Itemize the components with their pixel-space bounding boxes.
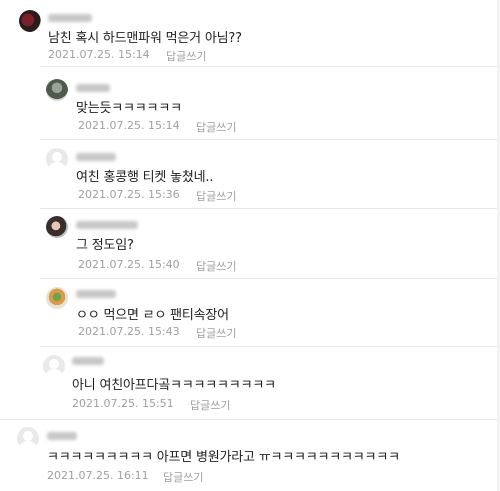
reply-button[interactable]: 답글쓰기: [196, 325, 236, 341]
reply-button[interactable]: 답글쓰기: [196, 188, 236, 204]
comment-item: ㅋㅋㅋㅋㅋㅋㅋㅋㅋ 아프면 병원가라고 ㅠㅋㅋㅋㅋㅋㅋㅋㅋㅋㅋㅋ 2021.07…: [0, 420, 500, 491]
comment-timestamp: 2021.07.25. 15:40: [78, 258, 180, 271]
reply-button[interactable]: 답글쓰기: [190, 397, 230, 413]
comment-item: 남친 혹시 하드맨파워 먹은거 아님?? 2021.07.25. 15:14 답…: [0, 0, 500, 66]
author-name[interactable]: [47, 432, 77, 440]
author-name[interactable]: [76, 153, 116, 161]
user-avatar[interactable]: [46, 287, 68, 309]
user-avatar[interactable]: [46, 216, 68, 238]
default-avatar-icon[interactable]: [46, 148, 68, 170]
reply-comment-item: 맞는듯ㅋㅋㅋㅋㅋㅋ 2021.07.25. 15:14 답글쓰기: [0, 67, 500, 139]
reply-button[interactable]: 답글쓰기: [163, 469, 203, 485]
comment-text: 여친 홍콩행 티켓 놓쳤네..: [76, 170, 214, 185]
comment-text: ㅋㅋㅋㅋㅋㅋㅋㅋㅋ 아프면 병원가라고 ㅠㅋㅋㅋㅋㅋㅋㅋㅋㅋㅋㅋ: [47, 450, 400, 465]
comment-text: ㅇㅇ 먹으면 ㄹㅇ 팬티속장어: [76, 308, 229, 323]
comment-timestamp: 2021.07.25. 15:14: [78, 119, 180, 132]
comment-timestamp: 2021.07.25. 15:36: [78, 188, 180, 201]
comment-timestamp: 2021.07.25. 15:51: [72, 397, 174, 410]
comment-text: 아니 여친아프다곸ㅋㅋㅋㅋㅋㅋㅋㅋㅋ: [72, 378, 276, 393]
default-avatar-icon[interactable]: [17, 427, 39, 449]
reply-button[interactable]: 답글쓰기: [166, 48, 206, 64]
author-name[interactable]: [76, 221, 138, 229]
comment-text: 남친 혹시 하드맨파워 먹은거 아님??: [48, 31, 242, 46]
user-avatar[interactable]: [46, 79, 68, 101]
comment-timestamp: 2021.07.25. 15:14: [48, 48, 150, 61]
reply-button[interactable]: 답글쓰기: [196, 119, 236, 135]
author-name[interactable]: [76, 290, 116, 298]
reply-comment-item: 아니 여친아프다곸ㅋㅋㅋㅋㅋㅋㅋㅋㅋ 2021.07.25. 15:51 답글쓰…: [0, 347, 500, 419]
reply-comment-item: ㅇㅇ 먹으면 ㄹㅇ 팬티속장어 2021.07.25. 15:43 답글쓰기: [0, 279, 500, 346]
reply-comment-item: 그 정도임? 2021.07.25. 15:40 답글쓰기: [0, 209, 500, 278]
comment-thread: 남친 혹시 하드맨파워 먹은거 아님?? 2021.07.25. 15:14 답…: [0, 0, 500, 491]
reply-button[interactable]: 답글쓰기: [196, 258, 236, 274]
comment-text: 그 정도임?: [76, 238, 134, 253]
default-avatar-icon[interactable]: [43, 355, 65, 377]
reply-comment-item: 여친 홍콩행 티켓 놓쳤네.. 2021.07.25. 15:36 답글쓰기: [0, 140, 500, 208]
comment-timestamp: 2021.07.25. 15:43: [78, 325, 180, 338]
comment-text: 맞는듯ㅋㅋㅋㅋㅋㅋ: [76, 101, 182, 116]
comment-timestamp: 2021.07.25. 16:11: [47, 469, 149, 482]
user-avatar[interactable]: [19, 10, 41, 32]
author-name[interactable]: [48, 14, 92, 22]
author-name[interactable]: [76, 84, 110, 92]
author-name[interactable]: [72, 357, 104, 365]
